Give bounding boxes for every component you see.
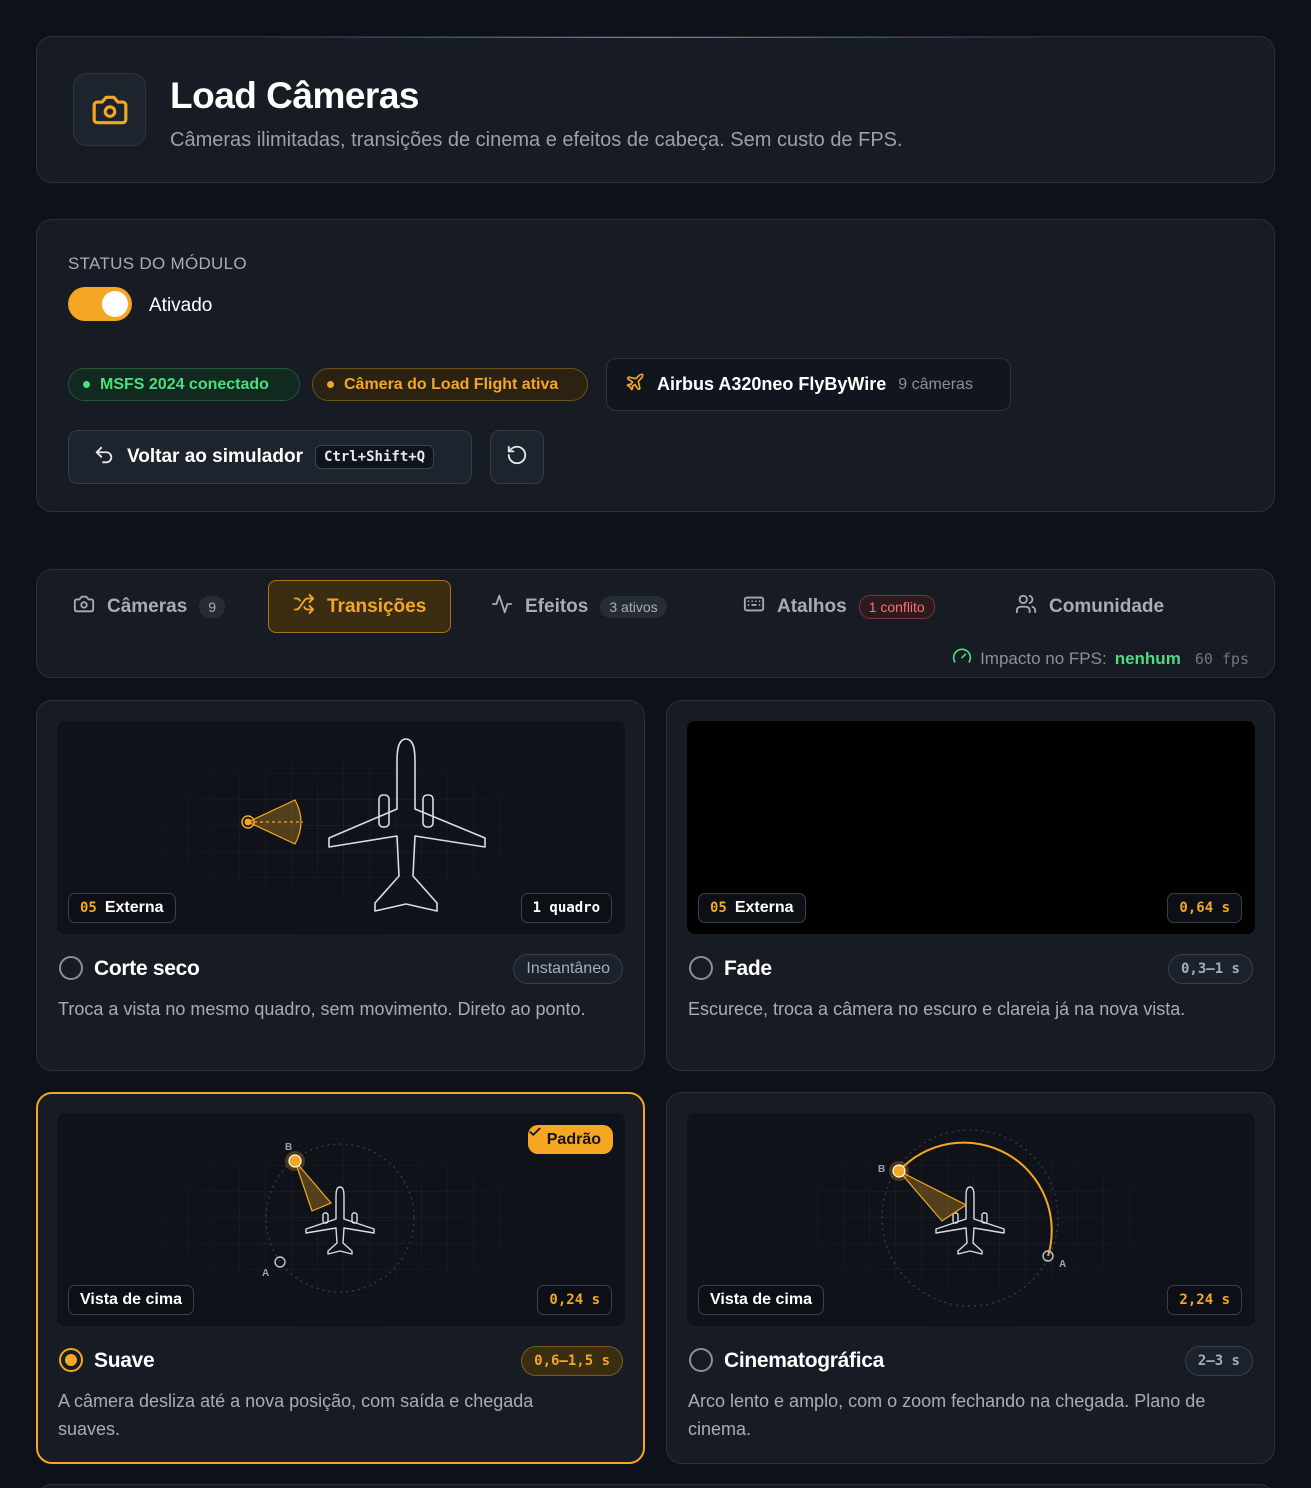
transition-title: Corte seco: [94, 957, 200, 980]
transition-description: Escurece, troca a câmera no escuro e cla…: [688, 999, 1186, 1019]
activity-icon: [491, 593, 513, 621]
back-to-sim-label: Voltar ao simulador: [127, 446, 303, 467]
transition-card-suave[interactable]: B A Padrão Vista de cima 0,24 s Suave 0,…: [36, 1092, 645, 1464]
camera-view-tag: Vista de cima: [698, 1285, 824, 1315]
keyboard-icon: [743, 593, 765, 621]
transition-radio[interactable]: [689, 956, 713, 980]
aircraft-camera-count: 9 câmeras: [898, 375, 973, 393]
page-title: Load Câmeras: [170, 75, 420, 116]
next-panel: [36, 1484, 1275, 1488]
connection-status-badge: MSFS 2024 conectado: [68, 368, 300, 401]
camera-icon: [73, 593, 95, 621]
transition-description: A câmera desliza até a nova posição, com…: [58, 1391, 534, 1439]
transition-preview: 05 Externa 0,64 s: [687, 721, 1255, 934]
tab-label: Câmeras: [107, 595, 188, 617]
camera-view-tag: 05 Externa: [698, 893, 806, 923]
duration-badge: Instantâneo: [513, 954, 623, 984]
rotate-icon: [506, 444, 528, 471]
status-label: STATUS DO MÓDULO: [68, 254, 247, 273]
status-dot-icon: [83, 381, 90, 388]
transition-card-cinematografica[interactable]: B A Vista de cima 2,24 s Cinematográfica…: [666, 1092, 1275, 1464]
toggle-label: Ativado: [149, 295, 213, 316]
default-badge: Padrão: [527, 1125, 613, 1154]
point-a-label: A: [262, 1268, 269, 1279]
camera-icon: [73, 73, 146, 146]
tab-bar: Câmeras 9 Transições Efeitos 3 ativos At…: [36, 569, 1275, 678]
tab-label: Atalhos: [777, 595, 847, 617]
users-icon: [1015, 593, 1037, 621]
view-label: Vista de cima: [80, 1291, 182, 1308]
tab-shortcuts[interactable]: Atalhos 1 conflito: [743, 580, 935, 633]
preview-value-tag: 1 quadro: [520, 893, 612, 923]
tab-cameras[interactable]: Câmeras 9: [73, 580, 226, 633]
tab-label: Efeitos: [525, 595, 589, 617]
point-a-label: A: [1059, 1259, 1066, 1270]
transition-title: Suave: [94, 1349, 155, 1372]
reset-button[interactable]: [490, 430, 544, 484]
tab-badge: 9: [199, 595, 226, 618]
fps-label: Impacto no FPS:: [980, 648, 1107, 668]
duration-badge: 0,3–1 s: [1167, 954, 1253, 984]
preview-value-tag: 0,24 s: [537, 1285, 612, 1315]
point-b-label: B: [878, 1164, 885, 1175]
camera-status-badge: Câmera do Load Flight ativa: [312, 368, 588, 401]
tab-effects[interactable]: Efeitos 3 ativos: [491, 580, 667, 633]
tab-label: Transições: [327, 595, 427, 617]
view-label: Externa: [734, 899, 794, 916]
tab-transitions[interactable]: Transições: [268, 580, 452, 633]
preview-value-tag: 2,24 s: [1167, 1285, 1242, 1315]
transition-title: Fade: [724, 957, 772, 980]
page-subtitle: Câmeras ilimitadas, transições de cinema…: [170, 129, 903, 151]
tab-community[interactable]: Comunidade: [1015, 580, 1164, 633]
aircraft-selector[interactable]: Airbus A320neo FlyByWire 9 câmeras: [606, 358, 1011, 411]
transition-radio[interactable]: [689, 1348, 713, 1372]
transition-radio[interactable]: [59, 956, 83, 980]
camera-view-tag: Vista de cima: [68, 1285, 194, 1315]
connection-status-text: MSFS 2024 conectado: [100, 375, 269, 393]
camera-view-tag: 05 Externa: [68, 893, 176, 923]
transition-card-fade[interactable]: 05 Externa 0,64 s Fade 0,3–1 s Escurece,…: [666, 700, 1275, 1071]
undo-icon: [93, 444, 115, 471]
fps-rate: 60 fps: [1194, 649, 1249, 668]
view-number: 05: [80, 900, 97, 916]
camera-status-text: Câmera do Load Flight ativa: [344, 375, 559, 393]
view-label: Externa: [104, 899, 164, 916]
duration-badge: 2–3 s: [1184, 1346, 1253, 1376]
transition-description: Troca a vista no mesmo quadro, sem movim…: [58, 999, 586, 1019]
toggle-knob: [102, 291, 128, 317]
status-dot-icon: [327, 381, 334, 388]
fps-value: nenhum: [1114, 648, 1181, 668]
back-to-sim-button[interactable]: Voltar ao simulador Ctrl+Shift+Q: [68, 430, 472, 484]
module-toggle[interactable]: [68, 287, 132, 321]
duration-badge: 0,6–1,5 s: [521, 1346, 623, 1376]
transition-preview: 05 Externa 1 quadro: [57, 721, 625, 934]
transition-description: Arco lento e amplo, com o zoom fechando …: [688, 1391, 1206, 1439]
view-label: Vista de cima: [710, 1291, 812, 1308]
transition-radio[interactable]: [59, 1348, 83, 1372]
conflict-badge: 1 conflito: [858, 594, 935, 619]
transition-preview: B A Vista de cima 2,24 s: [687, 1113, 1255, 1326]
aircraft-name: Airbus A320neo FlyByWire: [657, 374, 887, 394]
plane-icon: [625, 372, 645, 397]
shortcut-kbd: Ctrl+Shift+Q: [314, 445, 435, 469]
view-number: 05: [710, 900, 727, 916]
default-label: Padrão: [546, 1130, 601, 1148]
transition-title: Cinematográfica: [724, 1349, 885, 1372]
shuffle-icon: [293, 593, 315, 621]
transition-preview: B A Padrão Vista de cima 0,24 s: [57, 1113, 625, 1326]
tab-label: Comunidade: [1049, 595, 1165, 617]
fps-impact: Impacto no FPS: nenhum 60 fps: [952, 646, 1249, 671]
transition-card-corte-seco[interactable]: 05 Externa 1 quadro Corte seco Instantân…: [36, 700, 645, 1071]
tab-badge: 3 ativos: [600, 595, 667, 618]
gauge-icon: [952, 646, 972, 671]
point-b-label: B: [285, 1142, 292, 1153]
module-status-panel: STATUS DO MÓDULO Ativado MSFS 2024 conec…: [36, 219, 1275, 512]
preview-value-tag: 0,64 s: [1167, 893, 1242, 923]
header-panel: Load Câmeras Câmeras ilimitadas, transiç…: [36, 36, 1275, 183]
